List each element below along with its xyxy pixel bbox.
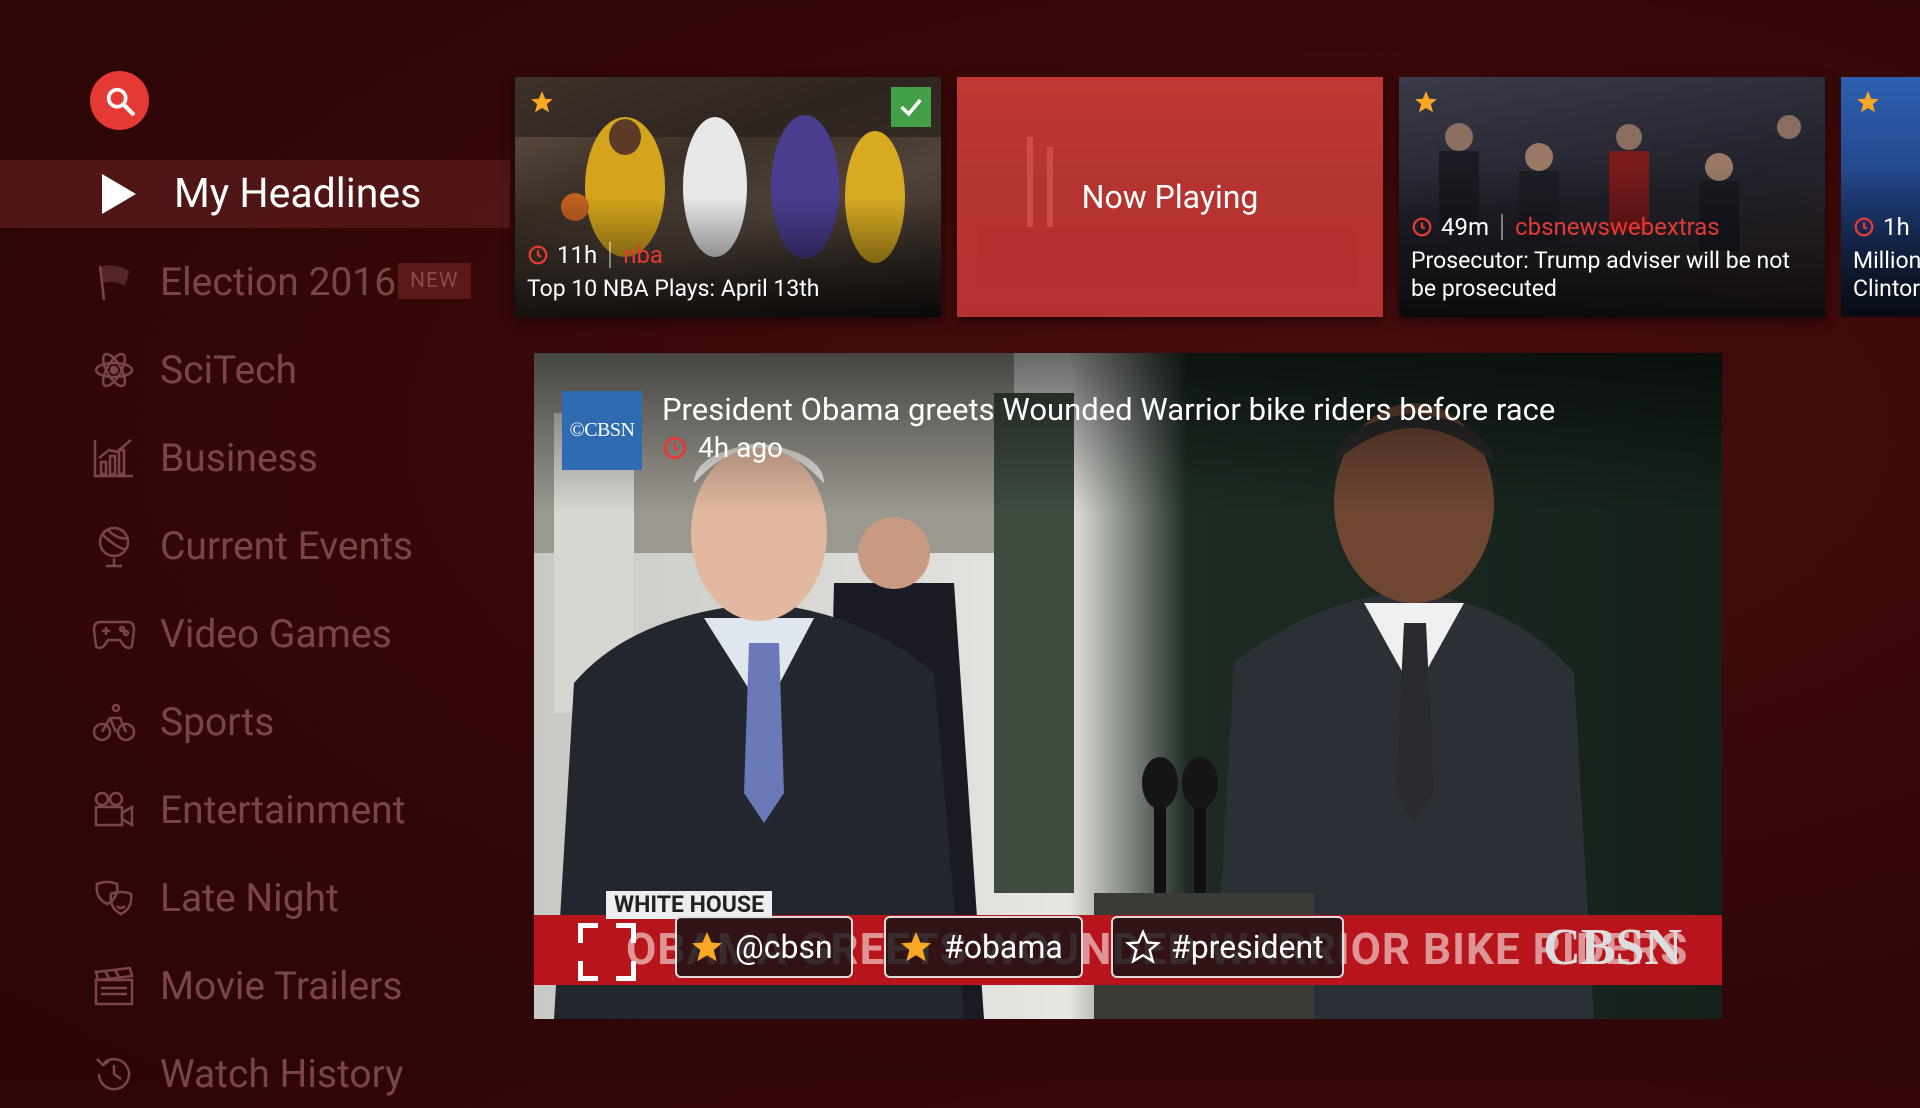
card-title: Million Clintor	[1853, 247, 1920, 302]
card-source[interactable]: cbsnewswebextras	[1515, 213, 1720, 241]
card-time: 49m	[1441, 213, 1490, 241]
sidebar-item-movie-trailers[interactable]: Movie Trailers	[0, 952, 510, 1020]
clock-icon	[528, 245, 548, 265]
sidebar-item-label: Movie Trailers	[160, 963, 403, 1009]
sidebar-item-label: Entertainment	[160, 787, 406, 833]
card-meta: 1h	[1853, 213, 1910, 241]
new-badge: NEW	[398, 263, 471, 299]
tag-chip[interactable]: @cbsn	[675, 916, 853, 978]
sidebar-item-late-night[interactable]: Late Night	[0, 864, 510, 932]
video-card-partial[interactable]: 1h Million Clintor	[1841, 77, 1920, 317]
video-time: 4h ago	[698, 431, 784, 464]
sidebar-item-scitech[interactable]: SciTech	[0, 336, 510, 404]
video-card-nba[interactable]: 11h nba Top 10 NBA Plays: April 13th	[515, 77, 941, 317]
sidebar-item-current-events[interactable]: Current Events	[0, 512, 510, 580]
card-meta: 49m cbsnewswebextras	[1411, 213, 1720, 241]
atom-icon	[92, 348, 136, 392]
star-outline-icon	[1125, 929, 1161, 965]
star-icon[interactable]	[1413, 89, 1439, 119]
tag-chip[interactable]: #president	[1111, 916, 1344, 978]
now-playing-overlay: Now Playing	[957, 77, 1383, 317]
tag-chip[interactable]: #obama	[884, 916, 1083, 978]
card-time: 11h	[557, 241, 598, 269]
card-title: Prosecutor: Trump adviser will be not be…	[1411, 247, 1790, 302]
video-title: President Obama greets Wounded Warrior b…	[662, 391, 1556, 428]
sidebar-item-label: Election 2016	[160, 259, 397, 305]
video-card-prosecutor[interactable]: 49m cbsnewswebextras Prosecutor: Trump a…	[1399, 77, 1825, 317]
sidebar-item-label: Watch History	[160, 1051, 404, 1097]
video-card-now-playing[interactable]: Now Playing	[957, 77, 1383, 317]
camera-icon	[92, 788, 136, 832]
tag-label: @cbsn	[735, 928, 833, 966]
now-playing-label: Now Playing	[1081, 178, 1259, 216]
star-icon	[689, 929, 725, 965]
sidebar-item-sports[interactable]: Sports	[0, 688, 510, 756]
star-icon[interactable]	[529, 89, 555, 119]
sidebar-item-label: Business	[160, 435, 318, 481]
sidebar-item-label: Late Night	[160, 875, 339, 921]
gamepad-icon	[92, 612, 136, 656]
video-meta: 4h ago	[662, 431, 783, 464]
play-icon	[96, 172, 140, 216]
star-icon	[898, 929, 934, 965]
sidebar-item-entertainment[interactable]: Entertainment	[0, 776, 510, 844]
sidebar-item-business[interactable]: Business	[0, 424, 510, 492]
sidebar-item-watch-history[interactable]: Watch History	[0, 1040, 510, 1108]
card-meta: 11h nba	[527, 241, 663, 269]
clock-icon	[1854, 217, 1874, 237]
network-watermark: CBSN	[1543, 919, 1682, 976]
tag-label: #president	[1171, 928, 1324, 966]
divider	[609, 242, 612, 268]
card-time: 1h	[1883, 213, 1910, 241]
clapper-icon	[92, 964, 136, 1008]
sidebar-item-label: My Headlines	[174, 170, 422, 218]
sidebar-item-election-2016[interactable]: Election 2016 NEW	[0, 248, 510, 316]
sidebar-item-label: SciTech	[160, 347, 298, 393]
history-icon	[92, 1052, 136, 1096]
flag-icon	[92, 260, 136, 304]
bicycle-icon	[92, 700, 136, 744]
sidebar-item-my-headlines[interactable]: My Headlines	[0, 160, 510, 228]
watched-check-icon	[891, 87, 931, 127]
sidebar-item-label: Sports	[160, 699, 275, 745]
sidebar-item-label: Current Events	[160, 523, 414, 569]
card-source[interactable]: nba	[623, 241, 663, 269]
masks-icon	[92, 876, 136, 920]
globe-icon	[92, 524, 136, 568]
tag-label: #obama	[944, 928, 1063, 966]
search-icon	[106, 87, 135, 116]
card-title: Top 10 NBA Plays: April 13th	[527, 275, 820, 302]
chart-icon	[92, 436, 136, 480]
star-icon[interactable]	[1855, 89, 1881, 119]
video-player[interactable]: ©CBSN President Obama greets Wounded War…	[534, 353, 1722, 1019]
fullscreen-icon[interactable]	[577, 922, 637, 985]
sidebar-item-label: Video Games	[160, 611, 392, 657]
search-button[interactable]	[90, 71, 149, 130]
channel-logo: ©CBSN	[562, 391, 642, 470]
lower-third-label: WHITE HOUSE	[606, 891, 773, 919]
clock-icon	[663, 436, 687, 459]
clock-icon	[1412, 217, 1432, 237]
sidebar-item-video-games[interactable]: Video Games	[0, 600, 510, 668]
divider	[1501, 214, 1504, 240]
